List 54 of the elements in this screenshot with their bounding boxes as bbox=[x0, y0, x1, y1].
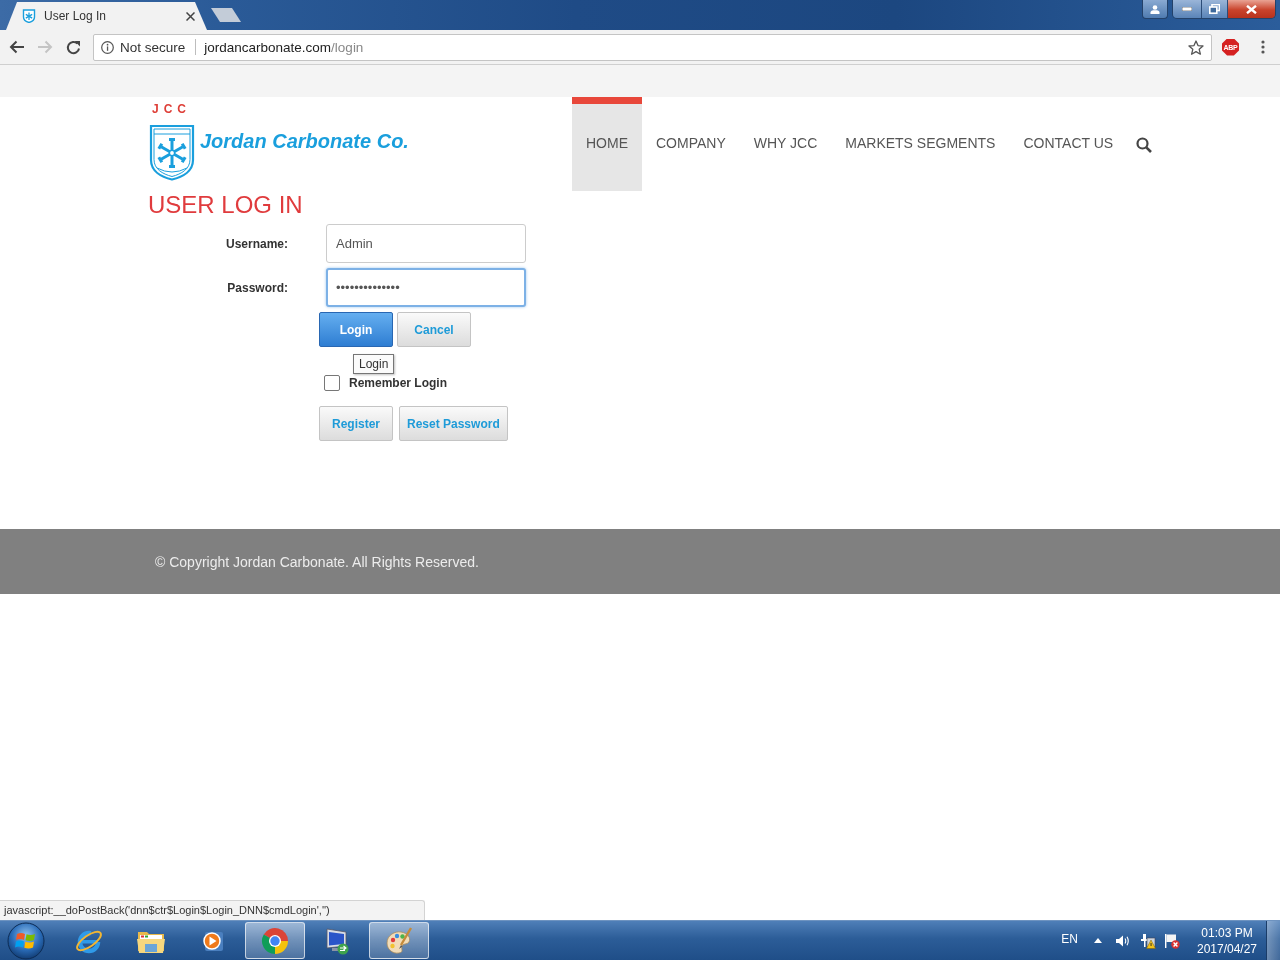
username-field[interactable]: Admin bbox=[326, 224, 526, 263]
taskbar-button[interactable] bbox=[245, 922, 305, 959]
reload-icon bbox=[65, 39, 81, 55]
back-arrow-icon bbox=[9, 40, 25, 54]
search-icon[interactable] bbox=[1136, 137, 1153, 153]
speaker-icon[interactable] bbox=[1116, 934, 1130, 947]
address-bar[interactable]: Not secure jordancarbonate.com/login bbox=[93, 33, 1212, 61]
show-desktop-button[interactable] bbox=[1266, 921, 1280, 960]
company-name: Jordan Carbonate Co. bbox=[200, 130, 409, 153]
network-warning-icon[interactable] bbox=[1140, 932, 1156, 949]
field-label: Username: bbox=[224, 236, 288, 251]
menu-icon[interactable] bbox=[1261, 40, 1265, 54]
nav-link[interactable]: MARKETS SEGMENTS bbox=[831, 97, 1010, 191]
person-icon bbox=[1150, 4, 1160, 14]
taskbar-button[interactable] bbox=[369, 922, 429, 959]
checkbox-label[interactable]: Remember Login bbox=[349, 376, 447, 390]
security-button[interactable]: Not secure bbox=[101, 39, 186, 55]
password-field[interactable]: •••••••••••••• bbox=[326, 268, 526, 307]
info-icon bbox=[101, 40, 114, 54]
close-icon[interactable] bbox=[186, 11, 195, 21]
restore-icon bbox=[1209, 4, 1220, 14]
clock-date: 2017/04/27 bbox=[1196, 941, 1258, 956]
palette-icon bbox=[384, 925, 414, 956]
url-text: jordancarbonate.com/login bbox=[204, 39, 364, 55]
flag-error-icon[interactable] bbox=[1164, 932, 1180, 949]
minimize-button[interactable] bbox=[1173, 0, 1202, 18]
status-bubble: javascript:__doPostBack('dnn$ctr$Login$Login_DNN$cmdLogin','') bbox=[0, 900, 425, 920]
checkbox[interactable] bbox=[324, 375, 340, 391]
restore-button[interactable] bbox=[1202, 0, 1228, 18]
nav-link[interactable]: COMPANY bbox=[642, 97, 740, 191]
shield-favicon-icon bbox=[22, 9, 36, 23]
minimize-icon bbox=[1182, 7, 1192, 11]
shield-emblem-icon bbox=[149, 124, 195, 181]
page-title: USER LOG IN bbox=[148, 191, 303, 219]
logo-initials: JCC bbox=[152, 103, 191, 116]
nav-link[interactable]: WHY JCC bbox=[739, 97, 832, 191]
forward-arrow-icon bbox=[37, 40, 53, 54]
nav-link[interactable]: CONTACT US bbox=[1009, 97, 1128, 191]
clock-time: 01:03 PM bbox=[1201, 925, 1253, 940]
close-icon bbox=[1246, 4, 1257, 14]
star-icon[interactable] bbox=[1188, 39, 1204, 55]
browser-tab[interactable]: User Log In bbox=[6, 2, 207, 30]
tooltip: Login bbox=[353, 354, 395, 374]
browser-logo-icon bbox=[260, 925, 290, 956]
nav-link[interactable]: HOME bbox=[572, 97, 642, 191]
account-button[interactable] bbox=[1142, 0, 1168, 19]
copyright-text: © Copyright Jordan Carbonate. All Rights Reserved. bbox=[155, 553, 479, 570]
close-window-button[interactable] bbox=[1228, 0, 1275, 18]
field-label: Password: bbox=[226, 280, 288, 295]
caret-up-icon[interactable] bbox=[1094, 938, 1102, 943]
language-indicator[interactable]: EN bbox=[1061, 931, 1078, 946]
clock[interactable]: 01:03 PM 2017/04/27 bbox=[1192, 922, 1262, 959]
start-orb-icon bbox=[7, 921, 45, 960]
tab-title: User Log In bbox=[44, 9, 108, 23]
